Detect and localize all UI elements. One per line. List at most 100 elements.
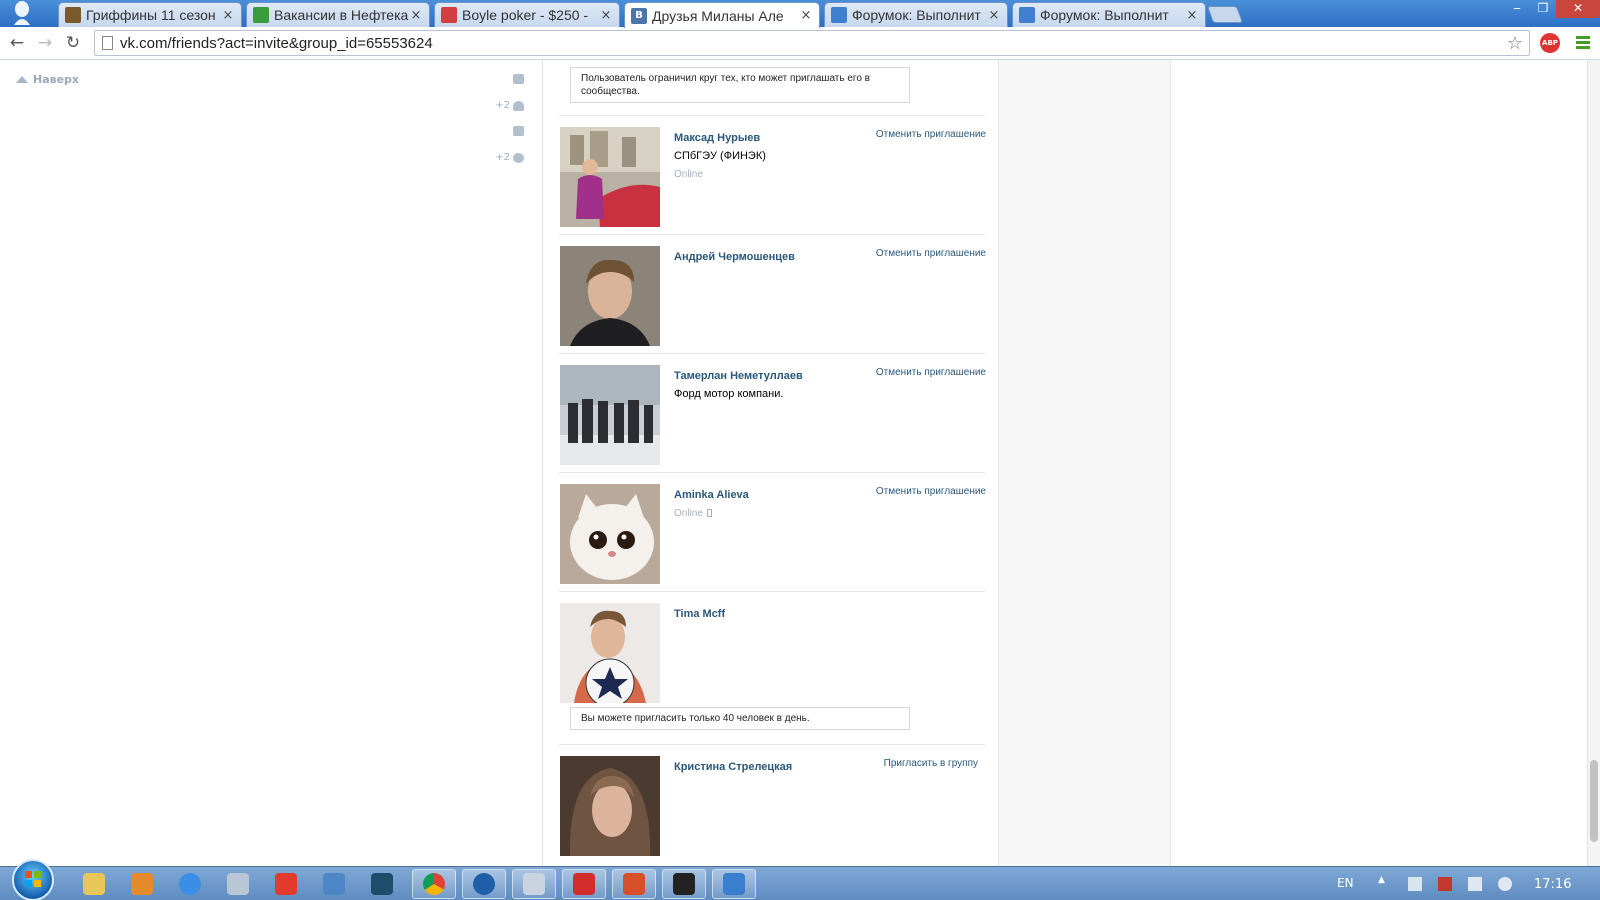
friends-counter[interactable]: +2 — [495, 100, 524, 111]
divider — [559, 353, 985, 354]
windows-taskbar: EN ▲ 17:16 — [0, 859, 1600, 900]
restriction-notice: Пользователь ограничил круг тех, кто мож… — [570, 67, 910, 103]
yandex-icon — [275, 873, 297, 895]
tab-forumok-1[interactable]: Форумок: Выполнит × — [824, 2, 1008, 27]
reload-button[interactable]: ↻ — [63, 33, 83, 53]
tab-close-icon[interactable]: × — [987, 8, 1001, 23]
bookmark-star-icon[interactable]: ☆ — [1507, 33, 1523, 54]
taskbar-poker-1[interactable] — [562, 869, 606, 899]
avatar[interactable] — [560, 127, 660, 227]
taskbar-yandex[interactable] — [264, 869, 308, 899]
scrollbar-thumb[interactable] — [1590, 760, 1598, 842]
system-clock[interactable]: 17:16 — [1534, 877, 1571, 892]
cancel-invite-link[interactable]: Отменить приглашение — [876, 129, 986, 140]
browser-tab-strip: Гриффины 11 сезон × Вакансии в Нефтека ×… — [0, 0, 1600, 28]
friend-row-tamerlan: Тамерлан Неметуллаев Форд мотор компани.… — [560, 365, 986, 465]
cancel-invite-link[interactable]: Отменить приглашение — [876, 248, 986, 259]
url-text[interactable]: vk.com/friends?act=invite&group_id=65553… — [120, 35, 433, 52]
cancel-invite-link[interactable]: Отменить приглашение — [876, 367, 986, 378]
taskbar-media-player[interactable] — [120, 869, 164, 899]
browser-menu-icon[interactable] — [1576, 36, 1590, 51]
avatar[interactable] — [560, 756, 660, 856]
friend-name-link[interactable]: Aminka Alieva — [674, 489, 749, 501]
settings-counter[interactable]: +2 — [495, 152, 524, 163]
friend-name-link[interactable]: Tima Mcff — [674, 608, 725, 620]
friend-name-link[interactable]: Андрей Чермошенцев — [674, 251, 795, 263]
friend-name-link[interactable]: Кристина Стрелецкая — [674, 761, 792, 773]
scroll-to-top-link[interactable]: Наверх — [16, 73, 79, 86]
online-status: Online — [674, 508, 712, 519]
tab-boyle-poker[interactable]: Boyle poker - $250 - × — [434, 2, 620, 27]
close-window-button[interactable]: ✕ — [1556, 0, 1600, 18]
invite-to-group-link[interactable]: Пригласить в группу — [884, 758, 978, 769]
app-icon — [473, 873, 495, 895]
security-icon[interactable] — [1438, 877, 1452, 891]
poker-icon — [623, 873, 645, 895]
comments-counter[interactable] — [510, 126, 524, 136]
page-scrollbar[interactable] — [1587, 60, 1600, 866]
friend-name-link[interactable]: Тамерлан Неметуллаев — [674, 370, 803, 382]
arrow-up-icon — [16, 76, 28, 83]
language-indicator[interactable]: EN — [1337, 876, 1354, 890]
tab-griffins[interactable]: Гриффины 11 сезон × — [58, 2, 242, 27]
avatar[interactable] — [560, 246, 660, 346]
online-status: Online — [674, 169, 703, 180]
friend-workplace: Форд мотор компани. — [674, 388, 784, 400]
taskbar-chrome[interactable] — [412, 869, 456, 899]
chrome-icon — [423, 873, 445, 895]
new-tab-button[interactable] — [1206, 6, 1244, 23]
friend-university: СПбГЭУ (ФИНЭК) — [674, 150, 766, 162]
cancel-invite-link[interactable]: Отменить приглашение — [876, 486, 986, 497]
taskbar-app-2[interactable] — [462, 869, 506, 899]
vk-favicon-icon: B — [631, 7, 647, 24]
tab-close-icon[interactable]: × — [799, 8, 813, 23]
tab-close-icon[interactable]: × — [221, 8, 235, 23]
taskbar-app-4[interactable] — [712, 869, 756, 899]
taskbar-audio[interactable] — [312, 869, 356, 899]
network-icon[interactable] — [1468, 877, 1482, 891]
minimize-button[interactable]: ‒ — [1504, 0, 1530, 18]
friend-name-link[interactable]: Максад Нурыев — [674, 132, 760, 144]
taskbar-calculator[interactable] — [216, 869, 260, 899]
tab-close-icon[interactable]: × — [599, 8, 613, 23]
app-icon — [523, 873, 545, 895]
taskbar-internet-explorer[interactable] — [168, 869, 212, 899]
forward-button[interactable]: → — [35, 33, 55, 53]
messages-counter[interactable] — [510, 74, 524, 84]
avatar[interactable] — [560, 603, 660, 703]
avatar[interactable] — [560, 484, 660, 584]
taskbar-app[interactable] — [360, 869, 404, 899]
tab-close-icon[interactable]: × — [1185, 8, 1199, 23]
windows-logo-icon — [25, 871, 41, 887]
friend-row-kristina: Кристина Стрелецкая Пригласить в группу — [560, 756, 986, 856]
taskbar-poker-2[interactable] — [612, 869, 656, 899]
action-center-icon[interactable] — [1408, 877, 1422, 891]
maximize-button[interactable]: ❐ — [1530, 0, 1556, 18]
address-bar[interactable]: vk.com/friends?act=invite&group_id=65553… — [94, 30, 1530, 56]
gear-icon — [513, 152, 524, 163]
tab-forumok-2[interactable]: Форумок: Выполнит × — [1012, 2, 1206, 27]
taskbar-poker-3[interactable] — [662, 869, 706, 899]
volume-icon[interactable] — [1498, 877, 1512, 891]
friend-row-aminka: Aminka Alieva Online Отменить приглашени… — [560, 484, 986, 584]
start-button[interactable] — [12, 859, 54, 900]
friends-icon — [513, 100, 524, 111]
tab-friends-milana[interactable]: B Друзья Миланы Але × — [624, 2, 820, 28]
page-icon — [102, 36, 113, 50]
avatar[interactable] — [560, 365, 660, 465]
browser-toolbar: ← → ↻ vk.com/friends?act=invite&group_id… — [0, 27, 1600, 60]
tab-label: Форумок: Выполнит — [852, 7, 981, 23]
chrome-profile-icon[interactable] — [12, 1, 32, 25]
app-icon — [371, 873, 393, 895]
back-button[interactable]: ← — [7, 33, 27, 53]
tab-vacancies[interactable]: Вакансии в Нефтека × — [246, 2, 430, 27]
divider — [559, 472, 985, 473]
tab-favicon-icon — [253, 7, 269, 23]
taskbar-app-3[interactable] — [512, 869, 556, 899]
tray-expand-icon[interactable]: ▲ — [1378, 875, 1392, 889]
taskbar-explorer[interactable] — [72, 869, 116, 899]
adblock-icon[interactable]: ABP — [1540, 33, 1560, 53]
tab-close-icon[interactable]: × — [409, 8, 423, 23]
poker-icon — [673, 873, 695, 895]
poker-icon — [573, 873, 595, 895]
